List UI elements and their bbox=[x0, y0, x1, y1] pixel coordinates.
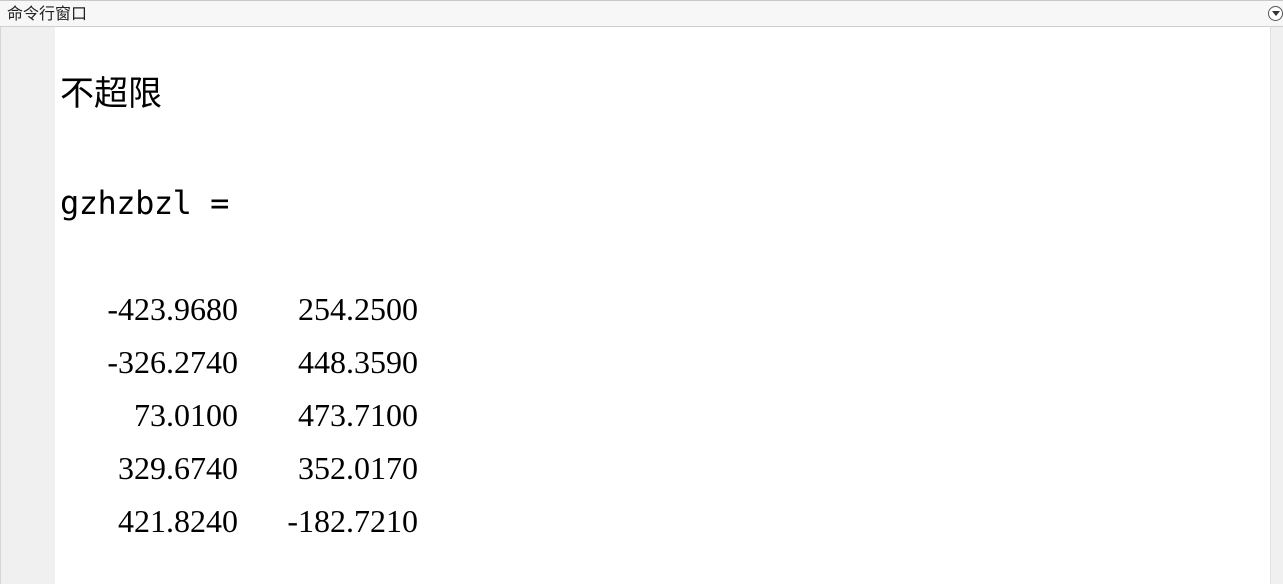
matrix-cell: 473.7100 bbox=[298, 397, 418, 433]
panel-titlebar: 命令行窗口 bbox=[0, 0, 1283, 27]
matrix-row: 73.0100 473.7100 bbox=[60, 395, 418, 448]
right-edge bbox=[1270, 27, 1283, 584]
matrix-output: -423.9680 254.2500 -326.2740 448.3590 73… bbox=[60, 289, 418, 554]
matrix-cell: 329.6740 bbox=[118, 450, 238, 486]
matrix-row: -423.9680 254.2500 bbox=[60, 289, 418, 342]
matrix-cell: -423.9680 bbox=[107, 291, 238, 327]
matrix-cell: 73.0100 bbox=[134, 397, 238, 433]
matrix-cell: 254.2500 bbox=[298, 291, 418, 327]
matrix-cell: 421.8240 bbox=[118, 503, 238, 539]
matrix-row: 329.6740 352.0170 bbox=[60, 448, 418, 501]
matrix-cell: 448.3590 bbox=[298, 344, 418, 380]
left-gutter bbox=[0, 27, 55, 584]
chevron-down-circle-icon[interactable] bbox=[1268, 6, 1283, 21]
matrix-row: 421.8240 -182.7210 bbox=[60, 501, 418, 554]
variable-name-line: gzhzbzl = bbox=[60, 184, 229, 222]
matrix-cell: -326.2740 bbox=[107, 344, 238, 380]
matrix-cell: -182.7210 bbox=[287, 503, 418, 539]
matrix-cell: 352.0170 bbox=[298, 450, 418, 486]
matrix-row: -326.2740 448.3590 bbox=[60, 342, 418, 395]
status-message: 不超限 bbox=[60, 74, 162, 114]
command-window: 命令行窗口 不超限 gzhzbzl = -423.9680 254.2500 -… bbox=[0, 0, 1283, 584]
panel-title: 命令行窗口 bbox=[7, 4, 88, 23]
